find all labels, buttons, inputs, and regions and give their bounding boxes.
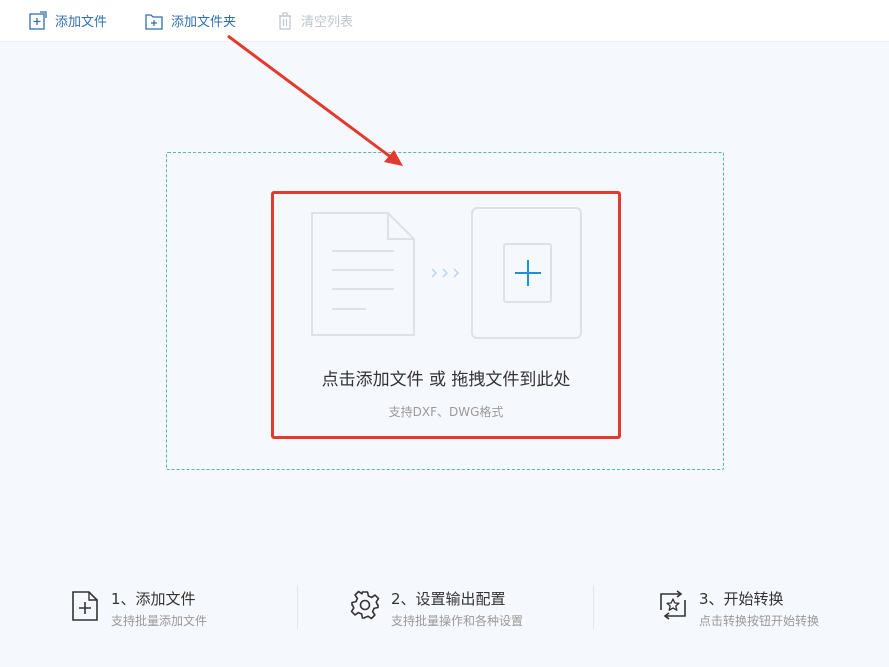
add-file-button[interactable]: 添加文件 bbox=[29, 10, 107, 30]
clear-list-button[interactable]: 清空列表 bbox=[277, 10, 353, 30]
step-divider bbox=[593, 585, 594, 629]
step-convert: 3、开始转换 点击转换按钮开始转换 bbox=[657, 585, 857, 629]
add-file-label: 添加文件 bbox=[55, 14, 108, 30]
step-1-title: 1、添加文件 bbox=[111, 590, 196, 608]
file-add-icon bbox=[72, 591, 98, 621]
step-1-desc: 支持批量添加文件 bbox=[111, 614, 208, 628]
add-file-card[interactable] bbox=[471, 207, 582, 339]
step-settings: 2、设置输出配置 支持批量操作和各种设置 bbox=[350, 585, 580, 629]
clear-list-label: 清空列表 bbox=[301, 14, 354, 30]
step-3-title: 3、开始转换 bbox=[699, 590, 784, 608]
file-add-icon bbox=[29, 10, 47, 30]
dropzone-main-text: 点击添加文件 或 拖拽文件到此处 bbox=[321, 370, 571, 390]
document-illustration-icon bbox=[311, 212, 415, 336]
plus-icon bbox=[514, 260, 541, 286]
trash-icon bbox=[279, 11, 291, 30]
folder-add-icon bbox=[145, 13, 163, 30]
gear-icon bbox=[350, 590, 380, 620]
dropzone-sub-text: 支持DXF、DWG格式 bbox=[388, 405, 504, 419]
chevrons-right-icon bbox=[431, 268, 459, 278]
step-divider bbox=[297, 585, 298, 629]
toolbar: 添加文件 添加文件夹 清空列表 bbox=[0, 0, 889, 42]
step-add-file: 1、添加文件 支持批量添加文件 bbox=[71, 585, 291, 629]
step-2-desc: 支持批量操作和各种设置 bbox=[391, 614, 524, 628]
step-2-title: 2、设置输出配置 bbox=[391, 590, 506, 608]
convert-star-icon bbox=[660, 590, 686, 620]
step-3-desc: 点击转换按钮开始转换 bbox=[699, 614, 820, 628]
add-folder-button[interactable]: 添加文件夹 bbox=[145, 10, 236, 30]
add-file-inner[interactable] bbox=[503, 243, 552, 303]
add-folder-label: 添加文件夹 bbox=[171, 14, 237, 30]
